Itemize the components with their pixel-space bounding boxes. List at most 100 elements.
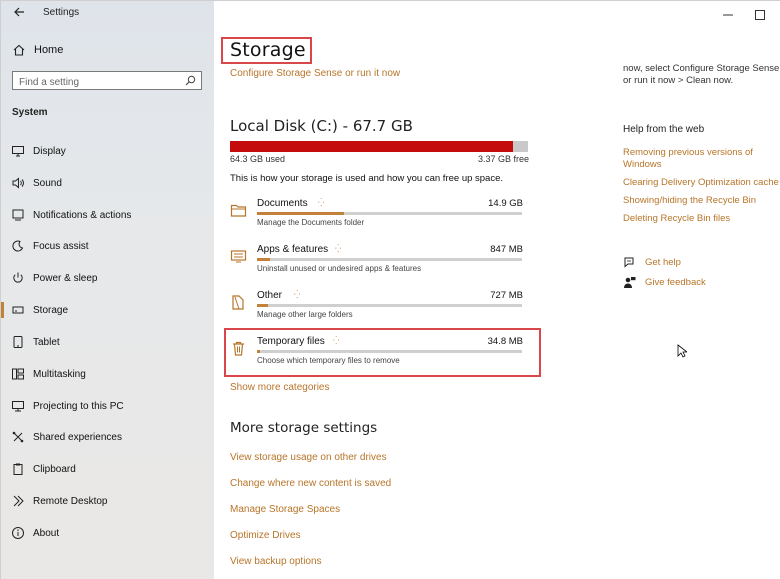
sidebar: Settings Home System Display Sound Notific…	[1, 1, 214, 579]
sidebar-item-tablet[interactable]: Tablet	[1, 330, 214, 354]
sound-icon	[12, 177, 24, 189]
documents-folder-icon	[230, 204, 247, 217]
sidebar-item-remote-desktop[interactable]: Remote Desktop	[1, 489, 214, 513]
sidebar-item-label: Focus assist	[33, 240, 89, 252]
search-icon[interactable]	[185, 75, 196, 86]
sidebar-item-label: Shared experiences	[33, 431, 122, 443]
settings-window: Settings Home System Display Sound Notific…	[0, 0, 780, 579]
give-feedback-link[interactable]: Give feedback	[645, 277, 706, 289]
help-from-web-title: Help from the web	[623, 124, 705, 135]
sidebar-item-label: Power & sleep	[33, 272, 98, 284]
configure-storage-sense-link[interactable]: Configure Storage Sense or run it now	[230, 68, 400, 79]
tip-text-line2: or run it now > Clean now.	[623, 75, 734, 86]
disk-used-text: 64.3 GB used	[230, 154, 286, 164]
sidebar-item-label: Sound	[33, 177, 62, 189]
category-size: 14.9 GB	[488, 198, 523, 209]
multitasking-icon	[12, 368, 24, 380]
get-help-row[interactable]: Get help	[623, 256, 681, 269]
show-more-categories-link[interactable]: Show more categories	[230, 382, 330, 393]
search-box[interactable]	[12, 71, 202, 91]
category-size: 847 MB	[490, 244, 523, 255]
about-icon	[12, 527, 24, 539]
category-description: Manage the Documents folder	[257, 218, 365, 227]
help-link-delivery-optimization[interactable]: Clearing Delivery Optimization cache	[623, 177, 780, 189]
sidebar-home[interactable]: Home	[1, 39, 214, 61]
sidebar-item-label: Notifications & actions	[33, 209, 132, 221]
sidebar-item-multitasking[interactable]: Multitasking	[1, 362, 214, 386]
link-manage-storage-spaces[interactable]: Manage Storage Spaces	[230, 504, 340, 515]
search-input[interactable]	[13, 74, 178, 91]
title-bar: Settings	[1, 1, 214, 25]
sidebar-item-shared-experiences[interactable]: Shared experiences	[1, 425, 214, 449]
storage-category-documents[interactable]: Documents ⁛ 14.9 GB Manage the Documents fo…	[230, 198, 526, 238]
storage-category-apps-features[interactable]: Apps & features ⁛ 847 MB Uninstall unused o…	[230, 244, 526, 284]
more-storage-settings-title: More storage settings	[230, 420, 378, 436]
sidebar-item-label: About	[33, 527, 60, 539]
sidebar-item-display[interactable]: Display	[1, 139, 214, 163]
minimize-icon[interactable]	[723, 7, 733, 17]
category-name: Apps & features	[257, 244, 329, 255]
sidebar-item-label: Remote Desktop	[33, 495, 108, 507]
link-view-backup-options[interactable]: View backup options	[230, 556, 322, 567]
sidebar-item-storage[interactable]: Storage	[1, 298, 214, 322]
app-title: Settings	[43, 7, 80, 18]
sidebar-item-label: Storage	[33, 304, 69, 316]
highlight-box-title	[221, 37, 312, 64]
disk-free-text: 3.37 GB free	[478, 154, 530, 164]
help-link-deleting-recycle-bin[interactable]: Deleting Recycle Bin files	[623, 213, 780, 225]
apps-features-icon	[230, 250, 247, 263]
display-icon	[12, 146, 24, 157]
category-size: 727 MB	[490, 290, 523, 301]
maximize-icon[interactable]	[755, 7, 765, 20]
sidebar-item-power-sleep[interactable]: Power & sleep	[1, 266, 214, 290]
help-link-show-hide-recycle-bin[interactable]: Showing/hiding the Recycle Bin	[623, 195, 780, 207]
chat-help-icon	[624, 257, 634, 268]
sidebar-item-label: Projecting to this PC	[33, 400, 124, 412]
other-folders-icon	[232, 295, 244, 310]
window-controls	[723, 7, 765, 20]
tablet-icon	[13, 336, 23, 348]
sidebar-item-projecting-to-this-pc[interactable]: Projecting to this PC	[1, 394, 214, 418]
category-description: Manage other large folders	[257, 310, 353, 319]
category-usage-fill	[257, 212, 345, 215]
category-name: Other	[257, 290, 283, 301]
sidebar-item-label: Display	[33, 145, 66, 157]
usage-description: This is how your storage is used and how…	[230, 173, 504, 184]
category-description: Uninstall unused or undesired apps & fea…	[257, 264, 422, 273]
sidebar-item-label: Multitasking	[33, 368, 86, 380]
sidebar-item-sound[interactable]: Sound	[1, 171, 214, 195]
tip-text-line1: now, select Configure Storage Sense	[623, 63, 780, 74]
sidebar-item-clipboard[interactable]: Clipboard	[1, 457, 214, 481]
category-name: Documents	[257, 198, 308, 209]
sidebar-item-notifications-actions[interactable]: Notifications & actions	[1, 203, 214, 227]
link-optimize-drives[interactable]: Optimize Drives	[230, 530, 301, 541]
home-icon	[13, 44, 25, 56]
category-usage-fill	[257, 258, 271, 261]
sidebar-item-focus-assist[interactable]: Focus assist	[1, 234, 214, 258]
remote-desktop-icon	[13, 495, 24, 507]
sidebar-item-label: Tablet	[33, 336, 60, 348]
mouse-cursor-icon	[677, 344, 687, 358]
category-usage-bar	[257, 258, 522, 261]
home-label: Home	[34, 44, 64, 56]
sidebar-item-about[interactable]: About	[1, 521, 214, 545]
category-usage-bar	[257, 212, 522, 215]
give-feedback-row[interactable]: Give feedback	[623, 276, 706, 289]
disk-usage-fill	[230, 141, 514, 152]
loading-spinner-icon: ⁛	[294, 290, 301, 299]
back-arrow-icon[interactable]	[12, 5, 26, 19]
feedback-person-icon	[624, 277, 636, 288]
loading-spinner-icon: ⁛	[335, 244, 342, 253]
notifications-icon	[12, 209, 24, 221]
category-usage-bar	[257, 304, 522, 307]
get-help-link[interactable]: Get help	[645, 257, 681, 269]
storage-icon	[12, 306, 24, 314]
focus-assist-icon	[12, 240, 24, 252]
storage-category-other[interactable]: Other ⁛ 727 MB Manage other large folders	[230, 290, 526, 330]
disk-title: Local Disk (C:) - 67.7 GB	[230, 117, 413, 135]
help-link-removing-previous-versions[interactable]: Removing previous versions of Windows	[623, 147, 758, 171]
main-content: Storage Configure Storage Sense or run i…	[214, 1, 780, 579]
link-view-storage-usage-on-other-drives[interactable]: View storage usage on other drives	[230, 452, 387, 463]
link-change-where-new-content-is-saved[interactable]: Change where new content is saved	[230, 478, 391, 489]
loading-spinner-icon: ⁛	[318, 198, 325, 207]
